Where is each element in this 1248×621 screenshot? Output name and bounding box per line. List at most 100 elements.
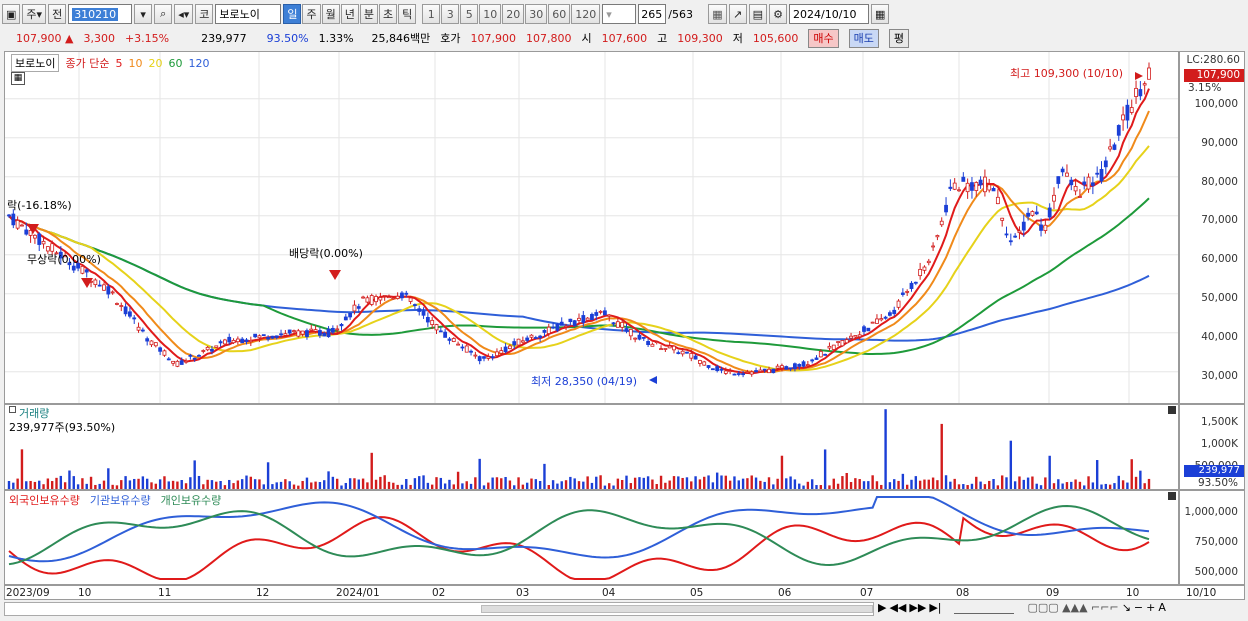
candle-body	[469, 350, 473, 353]
sell-button[interactable]: 매도	[848, 28, 879, 48]
stock-name-field[interactable]: 보로노이	[215, 4, 282, 24]
candle-body	[300, 330, 305, 335]
market-button[interactable]: 코	[195, 4, 214, 24]
volume-bar	[163, 476, 166, 489]
volume-bar	[236, 480, 240, 489]
candle-body	[197, 354, 201, 357]
period-tab-6[interactable]: 틱	[398, 4, 417, 24]
period-tab-5[interactable]: 초	[378, 4, 398, 24]
interval-tab-20[interactable]: 20	[502, 4, 525, 24]
code-dropdown-icon[interactable]: ▾	[134, 4, 153, 24]
volume-bar	[344, 482, 348, 489]
volume-bar	[690, 481, 693, 489]
prev-button[interactable]: 전	[48, 4, 67, 24]
period-tab-2[interactable]: 월	[321, 4, 340, 24]
interval-tab-1[interactable]: 1	[422, 4, 441, 24]
last-icon[interactable]: ▶|	[929, 601, 941, 614]
candle-body	[1034, 211, 1039, 215]
scroll-thumb[interactable]	[481, 605, 873, 613]
window-icon[interactable]: ▣	[2, 4, 21, 24]
zoom-out-icon[interactable]: ↘	[1122, 601, 1131, 614]
last-rate: 3.15%	[1188, 82, 1222, 94]
volume-bar	[633, 477, 637, 489]
volume-bar	[435, 477, 438, 489]
event-label-1: 락(-16.18%)	[7, 199, 72, 212]
eval-button[interactable]: 평	[888, 28, 910, 48]
interval-tab-10[interactable]: 10	[479, 4, 502, 24]
price-pane[interactable]: 최고 109,300 (10/10) 최저 28,350 (04/19) 락(-16…	[4, 51, 1179, 404]
minus-icon[interactable]: −	[1134, 601, 1143, 614]
price-chart[interactable]: 최고 109,300 (10/10) 최저 28,350 (04/19) 락(-16…	[5, 52, 1178, 403]
candle-body	[862, 326, 866, 332]
candle-body	[957, 189, 961, 192]
event-label-2: 무상락(0.00%)	[27, 253, 101, 266]
volume-close-icon[interactable]	[1168, 406, 1176, 414]
grid-icon[interactable]: ▦	[708, 4, 727, 24]
candle-body	[443, 331, 448, 338]
candle-body	[1008, 240, 1013, 243]
volume-bar	[625, 475, 628, 489]
interval-tab-30[interactable]: 30	[525, 4, 548, 24]
volume-bar	[374, 479, 378, 489]
period-tab-0[interactable]: 일	[283, 4, 302, 24]
candle-body	[417, 308, 422, 312]
interval-tab-5[interactable]: 5	[460, 4, 479, 24]
volume-bar	[478, 458, 481, 489]
volume-bar	[1126, 482, 1129, 489]
volume-bar	[1139, 470, 1142, 489]
indicator-label: 종가 단순	[65, 57, 110, 70]
holding-line-2	[8, 505, 1150, 567]
settings-icons[interactable]: ▢▢▢ ▲▲▲ ⌐⌐⌐	[1027, 601, 1118, 614]
interval-tab-3[interactable]: 3	[441, 4, 460, 24]
candle-body	[667, 345, 672, 349]
count-input[interactable]: 265	[638, 4, 667, 24]
volume-bar	[400, 484, 404, 489]
gear-icon[interactable]: ⚙	[769, 4, 788, 24]
candle-body	[646, 341, 650, 346]
fast-forward-icon[interactable]: ▶▶	[909, 601, 926, 614]
buy-button[interactable]: 매수	[808, 28, 839, 48]
volume-bar	[1070, 481, 1073, 489]
period-tab-1[interactable]: 주	[302, 4, 321, 24]
candle-body	[883, 316, 888, 319]
calendar-icon[interactable]: ▦	[871, 4, 890, 24]
table-icon[interactable]: ▦	[11, 72, 25, 85]
volume-bar	[271, 484, 274, 489]
holding-close-icon[interactable]	[1168, 492, 1176, 500]
volume-bar	[85, 483, 88, 489]
auto-icon[interactable]: A	[1158, 601, 1166, 614]
holding-pane[interactable]: 외국인보유수량 기관보유수량 개인보유수량	[4, 490, 1179, 585]
volume-bar	[595, 476, 598, 489]
volume-toggle-icon[interactable]	[9, 406, 16, 413]
code-input[interactable]: 310210	[68, 4, 133, 24]
interval-input[interactable]: ▾	[602, 4, 637, 24]
search-icon[interactable]: ⌕	[154, 4, 173, 24]
candle-body	[279, 333, 283, 336]
volume-bar	[12, 482, 15, 489]
date-input[interactable]: 2024/10/10	[789, 4, 870, 24]
type-select[interactable]: 주 ▾	[22, 4, 47, 24]
interval-tab-120[interactable]: 120	[571, 4, 601, 24]
next-icon[interactable]: ▶	[878, 601, 886, 614]
draw-icon[interactable]: ↗	[728, 4, 747, 24]
volume-bar	[681, 477, 684, 489]
period-tab-3[interactable]: 년	[340, 4, 359, 24]
save-icon[interactable]: ▤	[748, 4, 768, 24]
candle-body	[754, 370, 758, 373]
candle-body	[1125, 104, 1130, 121]
volume-bar	[992, 478, 995, 489]
volume-pane[interactable]: 거래량 239,977주(93.50%)	[4, 404, 1179, 490]
scrollbar[interactable]	[4, 602, 874, 616]
speaker-icon[interactable]: ◂▾	[174, 4, 194, 24]
candle-body	[892, 309, 897, 315]
candle-body	[680, 350, 685, 355]
trade-amount: 25,846백만	[371, 32, 431, 45]
rewind-icon[interactable]: ◀◀	[889, 601, 906, 614]
interval-tab-60[interactable]: 60	[548, 4, 571, 24]
volume-bar	[910, 479, 913, 489]
candle-body	[905, 291, 910, 293]
period-tab-4[interactable]: 분	[359, 4, 378, 24]
plus-icon[interactable]: +	[1146, 601, 1155, 614]
volume-chart[interactable]	[5, 405, 1178, 489]
zoom-slider[interactable]	[954, 601, 1015, 614]
